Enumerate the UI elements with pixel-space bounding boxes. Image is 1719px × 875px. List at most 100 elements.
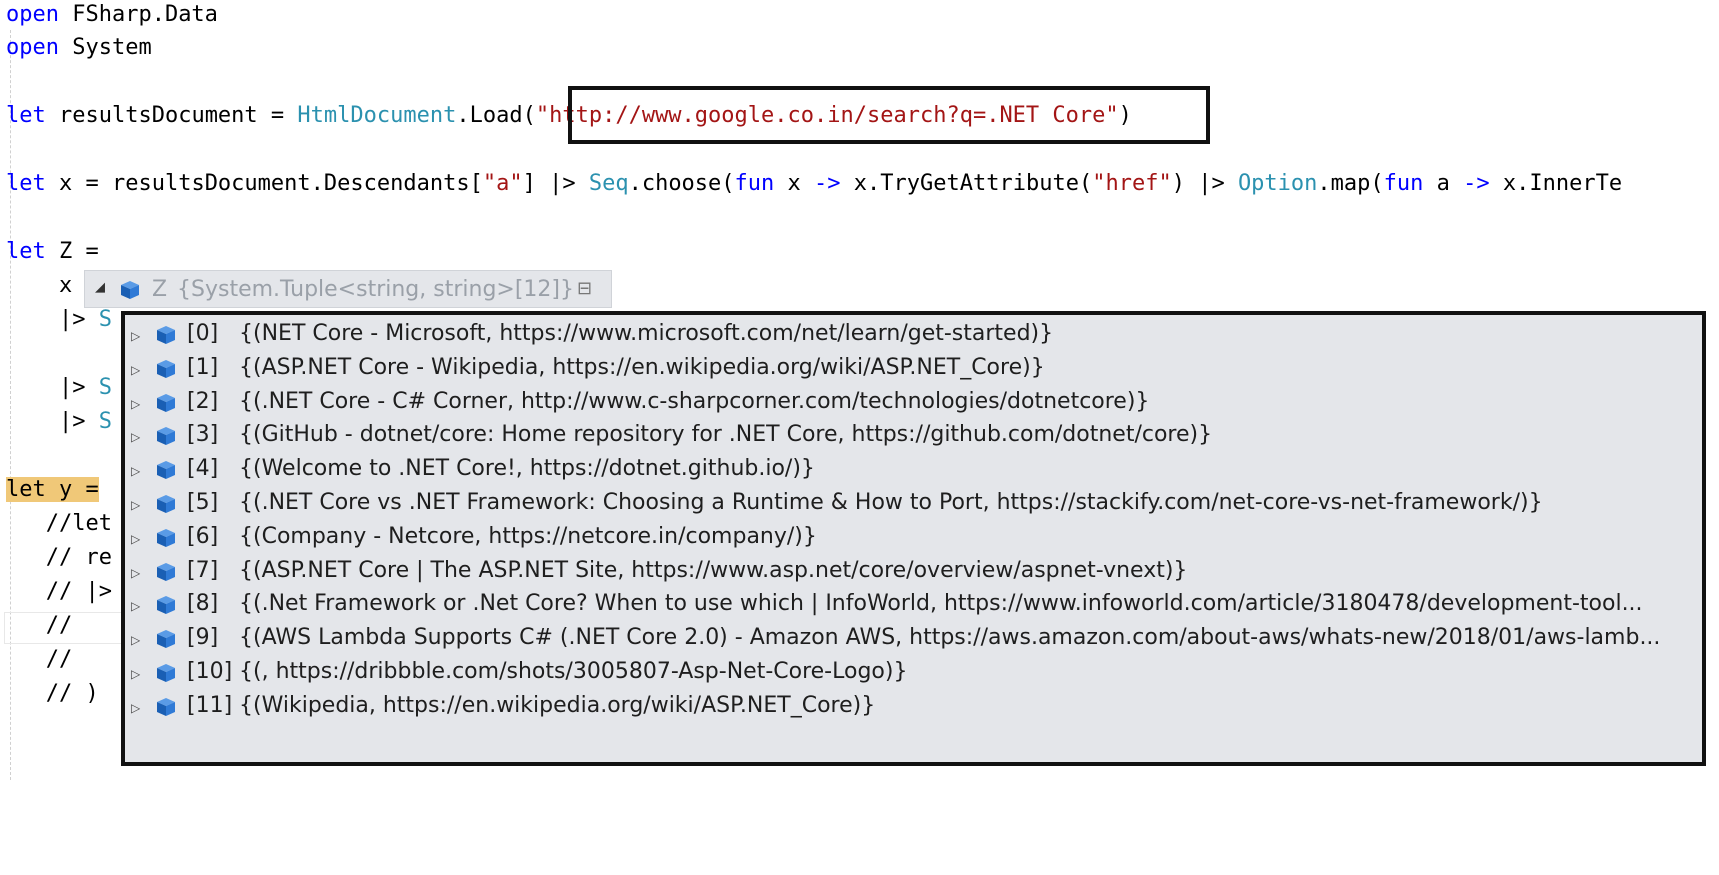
blue-cube-icon (119, 279, 141, 301)
blue-cube-icon (155, 459, 177, 481)
item-index: [8] (187, 591, 219, 617)
code-line-15[interactable]: // (6, 646, 73, 674)
keyword: fun (734, 171, 775, 196)
code-line-12[interactable]: // re (6, 544, 112, 572)
blue-cube-icon (155, 561, 177, 583)
code-text: FSharp.Data (58, 2, 218, 27)
triangle-right-icon[interactable]: ▷ (131, 532, 140, 546)
blue-cube-icon (155, 594, 177, 616)
datatip-row[interactable]: ▷ [10] {(, https://dribbble.com/shots/3005… (125, 655, 1702, 692)
code-text: x (774, 171, 815, 196)
triangle-right-icon[interactable]: ▷ (131, 633, 140, 647)
blue-cube-icon (155, 425, 177, 447)
keyword: fun (1383, 171, 1424, 196)
pin-icon[interactable]: ⊟ (577, 278, 592, 299)
item-index: [3] (187, 422, 219, 448)
item-index: [5] (187, 490, 219, 515)
blue-cube-icon (155, 527, 177, 549)
triangle-right-icon[interactable]: ▷ (131, 363, 140, 377)
item-index: [2] (187, 388, 219, 414)
string-literal: "href" (1092, 171, 1172, 196)
datatip-row[interactable]: ▷ [8] {(.Net Framework or .Net Core? When … (125, 587, 1702, 624)
datatip-row[interactable]: ▷ [11] {(Wikipedia, https://en.wikipedia.o… (125, 689, 1702, 726)
datatip-row[interactable]: ▷ [6] {(Company - Netcore, https://netcore… (125, 520, 1702, 557)
item-value: {(AWS Lambda Supports C# (.NET Core 2.0)… (239, 625, 1661, 651)
keyword: open (6, 2, 59, 27)
code-line-6[interactable]: x (6, 272, 72, 300)
triangle-right-icon[interactable]: ▷ (131, 498, 140, 512)
item-index: [10] (187, 659, 233, 684)
keyword: let (6, 103, 46, 128)
code-text: x = resultsDocument.Descendants[ (45, 171, 483, 196)
triangle-right-icon[interactable]: ▷ (131, 667, 140, 681)
triangle-right-icon[interactable]: ▷ (131, 430, 140, 444)
code-text: x.TryGetAttribute( (840, 171, 1093, 196)
datatip-row[interactable]: ▷ [1] {(ASP.NET Core - Wikipedia, https://… (125, 351, 1702, 388)
code-line-4[interactable]: let x = resultsDocument.Descendants["a"]… (6, 170, 1622, 198)
code-line-14[interactable]: // (6, 612, 73, 640)
datatip-row[interactable]: ▷ [5] {(.NET Core vs .NET Framework: Choos… (125, 486, 1702, 523)
datatip-row[interactable]: ▷ [3] {(GitHub - dotnet/core: Home reposit… (125, 418, 1702, 455)
code-line-7[interactable]: |> S (6, 306, 112, 334)
code-text: x.InnerTe (1489, 171, 1623, 196)
highlighted-code: let y = (6, 477, 99, 502)
item-index: [1] (187, 354, 219, 380)
code-text: Z = (45, 239, 99, 264)
code-line-16[interactable]: // ) (6, 680, 99, 708)
item-index: [4] (187, 456, 219, 482)
datatip-header[interactable]: ◢ Z {System.Tuple<string, string>[12]} ⊟ (84, 270, 612, 308)
item-value: {(GitHub - dotnet/core: Home repository … (239, 422, 1213, 448)
item-value: {(.Net Framework or .Net Core? When to u… (239, 591, 1643, 617)
item-value: {(ASP.NET Core | The ASP.NET Site, https… (239, 557, 1188, 583)
code-text: .choose( (628, 171, 735, 196)
blue-cube-icon (155, 493, 177, 515)
triangle-right-icon[interactable]: ▷ (131, 397, 140, 411)
code-line-11[interactable]: //let (6, 510, 112, 538)
code-text: a (1423, 171, 1464, 196)
code-text: |> (6, 307, 99, 332)
item-index: [11] (187, 692, 233, 718)
code-line-5[interactable]: let Z = (6, 238, 99, 266)
datatip-row[interactable]: ▷ [0] {(NET Core - Microsoft, https://www.… (125, 317, 1702, 354)
item-value: {(Welcome to .NET Core!, https://dotnet.… (239, 456, 815, 482)
keyword: let (6, 239, 46, 264)
type-name: S (98, 307, 112, 332)
code-text: .map( (1317, 171, 1384, 196)
item-value: {(Company - Netcore, https://netcore.in/… (239, 523, 817, 549)
datatip-row[interactable]: ▷ [2] {(.NET Core - C# Corner, http://www.… (125, 385, 1702, 422)
type-name: HtmlDocument (297, 103, 457, 128)
code-text: ) |> (1171, 171, 1238, 196)
code-line-1[interactable]: open FSharp.Data (6, 1, 218, 29)
triangle-right-icon[interactable]: ▷ (131, 599, 140, 613)
code-line-9[interactable]: |> S (6, 408, 112, 436)
code-line-10[interactable]: let y = (6, 476, 99, 504)
keyword: let (6, 171, 46, 196)
url-highlight-box (568, 86, 1210, 144)
code-line-2[interactable]: open System (6, 34, 152, 62)
triangle-right-icon[interactable]: ▷ (131, 701, 140, 715)
datatip-row[interactable]: ▷ [9] {(AWS Lambda Supports C# (.NET Core … (125, 621, 1702, 658)
item-value: {(.NET Core - C# Corner, http://www.c-sh… (239, 388, 1150, 414)
triangle-right-icon[interactable]: ▷ (131, 464, 140, 478)
triangle-right-icon[interactable]: ▷ (131, 566, 140, 580)
collapse-icon[interactable]: ◢ (95, 280, 105, 295)
item-index: [6] (187, 523, 219, 549)
variable-type: {System.Tuple<string, string>[12]} (177, 277, 574, 302)
blue-cube-icon (155, 324, 177, 346)
item-value: {(.NET Core vs .NET Framework: Choosing … (239, 490, 1543, 515)
item-value: {(NET Core - Microsoft, https://www.micr… (239, 321, 1054, 346)
code-text: System (58, 35, 152, 60)
item-index: [0] (187, 321, 219, 346)
code-line-8[interactable]: |> S (6, 374, 112, 402)
code-line-13[interactable]: // |> (6, 578, 112, 606)
datatip-panel[interactable]: ▷ [0] {(NET Core - Microsoft, https://www.… (121, 311, 1706, 766)
variable-name: Z (152, 277, 168, 302)
item-value: {(Wikipedia, https://en.wikipedia.org/wi… (239, 692, 876, 718)
datatip-row[interactable]: ▷ [4] {(Welcome to .NET Core!, https://dot… (125, 452, 1702, 489)
blue-cube-icon (155, 628, 177, 650)
datatip-row[interactable]: ▷ [7] {(ASP.NET Core | The ASP.NET Site, h… (125, 554, 1702, 591)
triangle-right-icon[interactable]: ▷ (131, 329, 140, 343)
string-literal: "a" (482, 171, 523, 196)
item-index: [7] (187, 557, 219, 583)
item-index: [9] (187, 625, 219, 651)
